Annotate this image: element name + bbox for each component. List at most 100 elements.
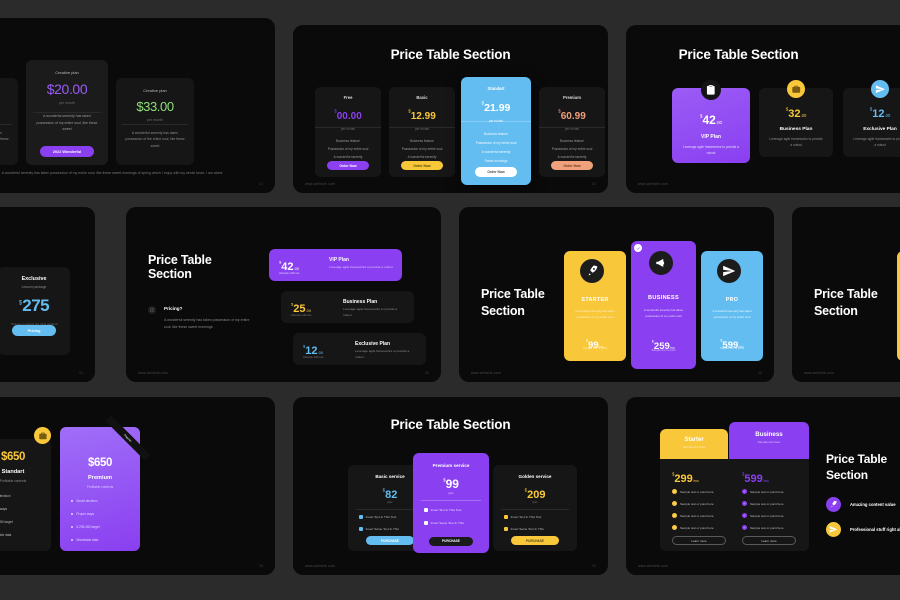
check-circle-icon bbox=[672, 513, 677, 518]
card-period: per month bbox=[0, 118, 18, 122]
card-price: $599/mo bbox=[720, 338, 744, 351]
card-sub: Lesson package bbox=[21, 285, 47, 289]
page-title: Price Table Section bbox=[390, 417, 511, 432]
price-card[interactable]: $650 Standart Profitable contents Smart … bbox=[0, 439, 51, 551]
order-now-button[interactable]: Order Now bbox=[475, 167, 517, 177]
plan-row[interactable]: $25.00 Already with tax Business Plan Le… bbox=[281, 291, 414, 323]
briefcase-icon bbox=[787, 80, 805, 98]
card-button[interactable]: 2022 Wonderful bbox=[40, 146, 94, 157]
row-plan: Business Plan bbox=[343, 299, 378, 305]
page-number: 01 bbox=[259, 182, 263, 186]
card-price: $650 bbox=[88, 457, 112, 469]
slide-stacked-plan-list[interactable]: Price Table Section Pricing? A wonderful… bbox=[126, 207, 441, 382]
slide-icon-plan-trio[interactable]: Price Table Section $42.00 VIP Plan Leve… bbox=[626, 25, 900, 193]
price-card-featured[interactable]: Creative plan $20.00 per month A wonderf… bbox=[26, 60, 108, 165]
card-feature: Possession of my entire soul bbox=[327, 147, 369, 151]
square-marker-icon bbox=[359, 515, 363, 519]
slide-service-trio[interactable]: Price Table Section Basic service $82 /p… bbox=[293, 397, 608, 575]
card-price: $99/mo bbox=[586, 338, 604, 351]
card-plan-name: STARTER bbox=[581, 297, 609, 303]
purchase-button[interactable]: PURCHASE bbox=[366, 536, 414, 545]
feature-item: Insert Text In This Text bbox=[424, 508, 461, 512]
order-now-button[interactable]: Order Now bbox=[327, 161, 369, 170]
feature-item: Sample text or point here bbox=[672, 489, 714, 494]
purchase-button[interactable]: PURCHASE bbox=[429, 536, 473, 546]
card-desc: Leverage agile frameworks to provide a r… bbox=[683, 145, 739, 156]
feature-item: Insert Text In This Text bbox=[359, 515, 396, 519]
feature-item: Sample text or point here bbox=[672, 513, 714, 518]
feature-item: Sample text or point here bbox=[742, 501, 784, 506]
card-feature: Possession of my entire soul bbox=[551, 147, 593, 151]
card-price: $275 bbox=[18, 296, 50, 315]
pricing-card[interactable]: Exclusive Lesson package $275 Pricing *P… bbox=[0, 267, 70, 355]
tab-header-starter[interactable]: Starter Sample text here bbox=[660, 429, 728, 459]
tab-header-business[interactable]: Business Sample text here bbox=[729, 422, 809, 459]
card-feature: Possession of my entire soul bbox=[401, 147, 443, 151]
price-card[interactable]: $32.00 Business Plan Leverage agile fram… bbox=[759, 88, 833, 157]
card-price: $15.00 bbox=[0, 99, 18, 114]
slide-creative-plan-trio[interactable]: Creative plan $15.00 per month A wonderf… bbox=[0, 18, 275, 193]
feature-item: Sample text or point here bbox=[672, 501, 714, 506]
rocket-icon bbox=[580, 259, 604, 283]
feature-item: Sample text or point here bbox=[742, 513, 784, 518]
card-desc: A wonderful serenity has taken possessio… bbox=[0, 131, 9, 142]
card-price: $20.00 bbox=[46, 81, 88, 97]
slide-title-only-right[interactable]: Price Table Section www.website.com bbox=[792, 207, 900, 382]
feature-item: Worldwide data bbox=[0, 533, 12, 537]
page-number: 06 bbox=[758, 371, 762, 375]
info-icon bbox=[148, 306, 156, 314]
card-feature: Business feature bbox=[560, 139, 584, 143]
feature-item: Sample text or point here bbox=[672, 525, 714, 530]
bullet-dot bbox=[71, 525, 74, 529]
order-now-button[interactable]: Order Now bbox=[401, 161, 443, 170]
page-title-line2: Section bbox=[814, 304, 858, 318]
page-title: Price Table Section bbox=[678, 47, 799, 62]
send-icon bbox=[871, 80, 889, 98]
learn-more-button-business[interactable]: Learn more bbox=[742, 536, 796, 545]
slide-basic-standart-premium[interactable]: $550 Basic Profitable contents Smart dec… bbox=[0, 397, 275, 575]
row-plan: Exclusive Plan bbox=[355, 341, 391, 347]
card-sub: Profitable contents bbox=[0, 479, 27, 483]
card-feature: Business feature bbox=[484, 132, 508, 136]
square-marker-icon bbox=[359, 527, 363, 531]
card-plan-name: Golden service bbox=[518, 474, 552, 479]
price-card[interactable]: Basic $12.99 per month Business feature … bbox=[389, 87, 455, 177]
card-label: Exclusive bbox=[21, 276, 47, 282]
check-circle-icon bbox=[742, 501, 747, 506]
card-note: Sample text or point bbox=[651, 349, 676, 352]
check-circle-icon bbox=[672, 489, 677, 494]
bullet-dot bbox=[71, 538, 74, 542]
slide-starter-business-pro[interactable]: Price Table Section STARTER A wonderful … bbox=[459, 207, 774, 382]
panel-price-business: $599/mo bbox=[742, 471, 769, 485]
feature-item: Insert Text In This Text bbox=[504, 515, 541, 519]
square-marker-icon bbox=[424, 521, 428, 525]
price-card-featured[interactable]: Premium service $99 /per Insert Text In … bbox=[413, 453, 489, 553]
tab-panel: $299/mo $599/mo Sample text or point her… bbox=[660, 459, 809, 551]
plan-row-featured[interactable]: $42.00 Already with tax VIP Plan Leverag… bbox=[269, 249, 402, 281]
card-price: $60.99 bbox=[558, 108, 586, 122]
card-feature: Possession of my entire soul bbox=[475, 141, 517, 145]
order-now-button[interactable]: Order Now bbox=[551, 161, 593, 170]
plan-row[interactable]: $12.00 Already with tax Exclusive Plan L… bbox=[293, 333, 426, 365]
row-desc: Leverage agile frameworks to provide a r… bbox=[343, 307, 398, 317]
check-circle-icon bbox=[742, 525, 747, 530]
purchase-button[interactable]: PURCHASE bbox=[511, 536, 559, 545]
price-card[interactable]: $12.00 Exclusive Plan Leverage agile fra… bbox=[843, 88, 900, 157]
card-price: $42.00 bbox=[699, 113, 723, 127]
slide-exclusive-lesson-package[interactable]: n Exclusive Lesson package $275 Pricing … bbox=[0, 207, 95, 382]
price-card[interactable]: Golden service $209 /per Insert Text In … bbox=[493, 465, 577, 551]
price-card[interactable]: Free $00.00 per month Business feature P… bbox=[315, 87, 381, 177]
slide-four-tier-table[interactable]: Price Table Section Free $00.00 per mont… bbox=[293, 25, 608, 193]
pricing-button[interactable]: Pricing bbox=[12, 325, 56, 336]
learn-more-button-starter[interactable]: Learn more bbox=[672, 536, 726, 545]
price-card-featured[interactable]: $650 Premium Profitable contents Smart d… bbox=[60, 415, 151, 551]
price-card[interactable]: Creative plan $33.00 per month A wonderf… bbox=[116, 78, 194, 165]
price-card[interactable]: Creative plan $15.00 per month A wonderf… bbox=[0, 78, 18, 165]
card-price: $12.99 bbox=[408, 108, 436, 122]
slide-starter-business-tabs[interactable]: Starter Sample text here Business Sample… bbox=[626, 397, 900, 575]
card-period: /per bbox=[448, 491, 454, 495]
price-card-featured[interactable]: Standart $21.99 per month Business featu… bbox=[461, 77, 531, 185]
question-label: Pricing? bbox=[164, 306, 183, 311]
card-plan-name: Standart bbox=[1, 469, 25, 475]
price-card[interactable]: Premium $60.99 per month Business featur… bbox=[539, 87, 605, 177]
